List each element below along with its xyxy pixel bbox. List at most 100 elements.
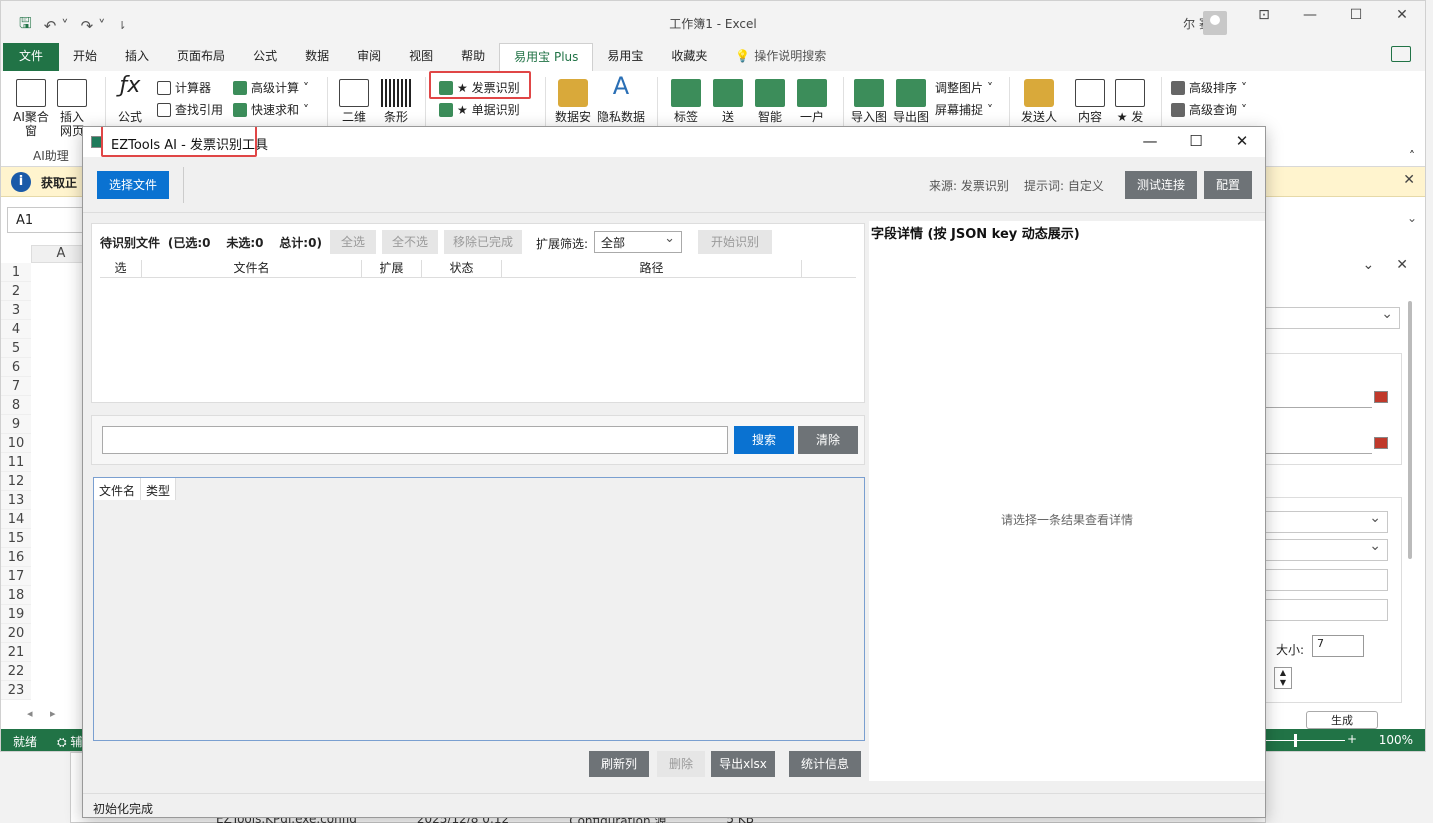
tab-view[interactable]: 视图 (395, 43, 447, 71)
screen-capture-button[interactable]: 屏幕捕捉 ˅ (935, 101, 993, 118)
row-header[interactable]: 12 (1, 472, 31, 491)
expand-formula-bar-icon[interactable]: ⌄ (1407, 211, 1417, 225)
tab-yiyongbao[interactable]: 易用宝 (593, 43, 657, 71)
row-header[interactable]: 18 (1, 586, 31, 605)
row-header[interactable]: 23 (1, 681, 31, 700)
zoom-slider[interactable] (1255, 740, 1345, 741)
send-star-button[interactable]: ★ 发 (1115, 79, 1145, 124)
refresh-cols-button[interactable]: 刷新列 (589, 751, 649, 777)
close-icon[interactable]: ✕ (1379, 7, 1425, 23)
row-header[interactable]: 2 (1, 282, 31, 301)
tab-formulas[interactable]: 公式 (239, 43, 291, 71)
tab-file[interactable]: 文件 (3, 43, 60, 71)
search-input[interactable] (102, 426, 728, 454)
one-household-button[interactable]: 一户 (797, 79, 827, 124)
start-recognition-button[interactable]: 开始识别 (698, 230, 772, 254)
result-col-filename[interactable]: 文件名 (94, 478, 142, 500)
minimize-icon[interactable]: — (1287, 7, 1333, 23)
tell-me-search[interactable]: 💡 操作说明搜索 (721, 43, 840, 71)
qrcode-button[interactable]: 二维 (339, 79, 369, 124)
row-header[interactable]: 6 (1, 358, 31, 377)
accessibility-status[interactable]: ⛭ 辅 (57, 733, 82, 750)
row-header[interactable]: 16 (1, 548, 31, 567)
row-header[interactable]: 3 (1, 301, 31, 320)
adv-sort-button[interactable]: 高级排序 ˅ (1171, 79, 1247, 96)
tab-yiyongbao-plus[interactable]: 易用宝 Plus (499, 43, 594, 71)
pane-scrollbar[interactable] (1408, 301, 1412, 559)
doc-recognition-button[interactable]: ★ 单据识别 (439, 101, 520, 118)
stats-button[interactable]: 统计信息 (789, 751, 861, 777)
tab-data[interactable]: 数据 (291, 43, 343, 71)
quick-sum-button[interactable]: 快速求和 ˅ (233, 101, 309, 118)
tab-page-layout[interactable]: 页面布局 (163, 43, 239, 71)
stepper-icon[interactable]: ▲ ▼ (1274, 667, 1292, 689)
row-header[interactable]: 5 (1, 339, 31, 358)
row-header[interactable]: 21 (1, 643, 31, 662)
row-header[interactable]: 8 (1, 396, 31, 415)
send-button[interactable]: 送 (713, 79, 743, 124)
adjust-image-button[interactable]: 调整图片 ˅ (935, 79, 993, 96)
pane-input-line[interactable] (1266, 453, 1372, 454)
delete-button[interactable]: 删除 (657, 751, 705, 777)
col-filename[interactable]: 文件名 (142, 260, 362, 277)
sender-button[interactable]: 发送人 (1021, 79, 1057, 124)
data-security-button[interactable]: 数据安 (555, 79, 591, 124)
results-list[interactable]: 文件名 类型 (93, 477, 865, 741)
barcode-button[interactable]: 条形 (381, 79, 411, 124)
config-button[interactable]: 配置 (1204, 171, 1252, 199)
pane-dropdown[interactable] (1266, 510, 1388, 533)
comments-icon[interactable] (1391, 46, 1411, 62)
tab-favorites[interactable]: 收藏夹 (657, 43, 721, 71)
content-button[interactable]: 内容 (1075, 79, 1105, 124)
generate-button[interactable]: 生成 (1306, 711, 1378, 729)
col-select[interactable]: 选 (100, 260, 142, 277)
smart-button[interactable]: 智能 (755, 79, 785, 124)
row-header[interactable]: 20 (1, 624, 31, 643)
label-button[interactable]: 标签 (671, 79, 701, 124)
tab-home[interactable]: 开始 (59, 43, 111, 71)
ext-filter-select[interactable]: 全部 (594, 231, 682, 253)
row-header[interactable]: 4 (1, 320, 31, 339)
close-icon[interactable]: ✕ (1219, 127, 1265, 157)
zoom-slider-handle[interactable] (1294, 734, 1297, 747)
row-header[interactable]: 14 (1, 510, 31, 529)
tab-review[interactable]: 审阅 (343, 43, 395, 71)
col-path[interactable]: 路径 (502, 260, 802, 277)
tab-help[interactable]: 帮助 (447, 43, 499, 71)
clear-button[interactable]: 清除 (798, 426, 858, 454)
export-xlsx-button[interactable]: 导出xlsx (711, 751, 775, 777)
select-all-button[interactable]: 全选 (330, 230, 376, 254)
result-col-type[interactable]: 类型 (141, 478, 177, 500)
close-icon[interactable]: ✕ (1403, 172, 1415, 188)
col-status[interactable]: 状态 (422, 260, 502, 277)
pane-dropdown[interactable] (1266, 306, 1400, 329)
zoom-in-icon[interactable]: + (1347, 732, 1357, 746)
row-header[interactable]: 11 (1, 453, 31, 472)
row-header[interactable]: 10 (1, 434, 31, 453)
advanced-calc-button[interactable]: 高级计算 ˅ (233, 79, 309, 96)
maximize-icon[interactable]: ☐ (1173, 127, 1219, 157)
search-button[interactable]: 搜索 (734, 426, 794, 454)
minimize-icon[interactable]: — (1127, 127, 1173, 157)
row-header[interactable]: 22 (1, 662, 31, 681)
select-none-button[interactable]: 全不选 (382, 230, 438, 254)
ribbon-display-icon[interactable]: ⊡ (1241, 7, 1287, 23)
pane-text-field[interactable] (1266, 569, 1388, 591)
collapse-ribbon-icon[interactable]: ˄ (1409, 149, 1415, 163)
row-header[interactable]: 15 (1, 529, 31, 548)
chevron-down-icon[interactable]: ⌄ (1363, 257, 1375, 273)
calculator-button[interactable]: 计算器 (157, 79, 211, 96)
row-header[interactable]: 13 (1, 491, 31, 510)
maximize-icon[interactable]: ☐ (1333, 7, 1379, 23)
picker-icon[interactable] (1374, 437, 1388, 449)
pane-dropdown[interactable] (1266, 538, 1388, 561)
avatar[interactable] (1203, 11, 1227, 35)
import-image-button[interactable]: 导入图 (851, 79, 887, 124)
test-connection-button[interactable]: 测试连接 (1125, 171, 1197, 199)
size-stepper[interactable]: 7 (1312, 635, 1364, 657)
row-header[interactable]: 9 (1, 415, 31, 434)
export-image-button[interactable]: 导出图 (893, 79, 929, 124)
remove-done-button[interactable]: 移除已完成 (444, 230, 522, 254)
picker-icon[interactable] (1374, 391, 1388, 403)
ai-aggregate-button[interactable]: AI聚合窗 (11, 79, 51, 138)
